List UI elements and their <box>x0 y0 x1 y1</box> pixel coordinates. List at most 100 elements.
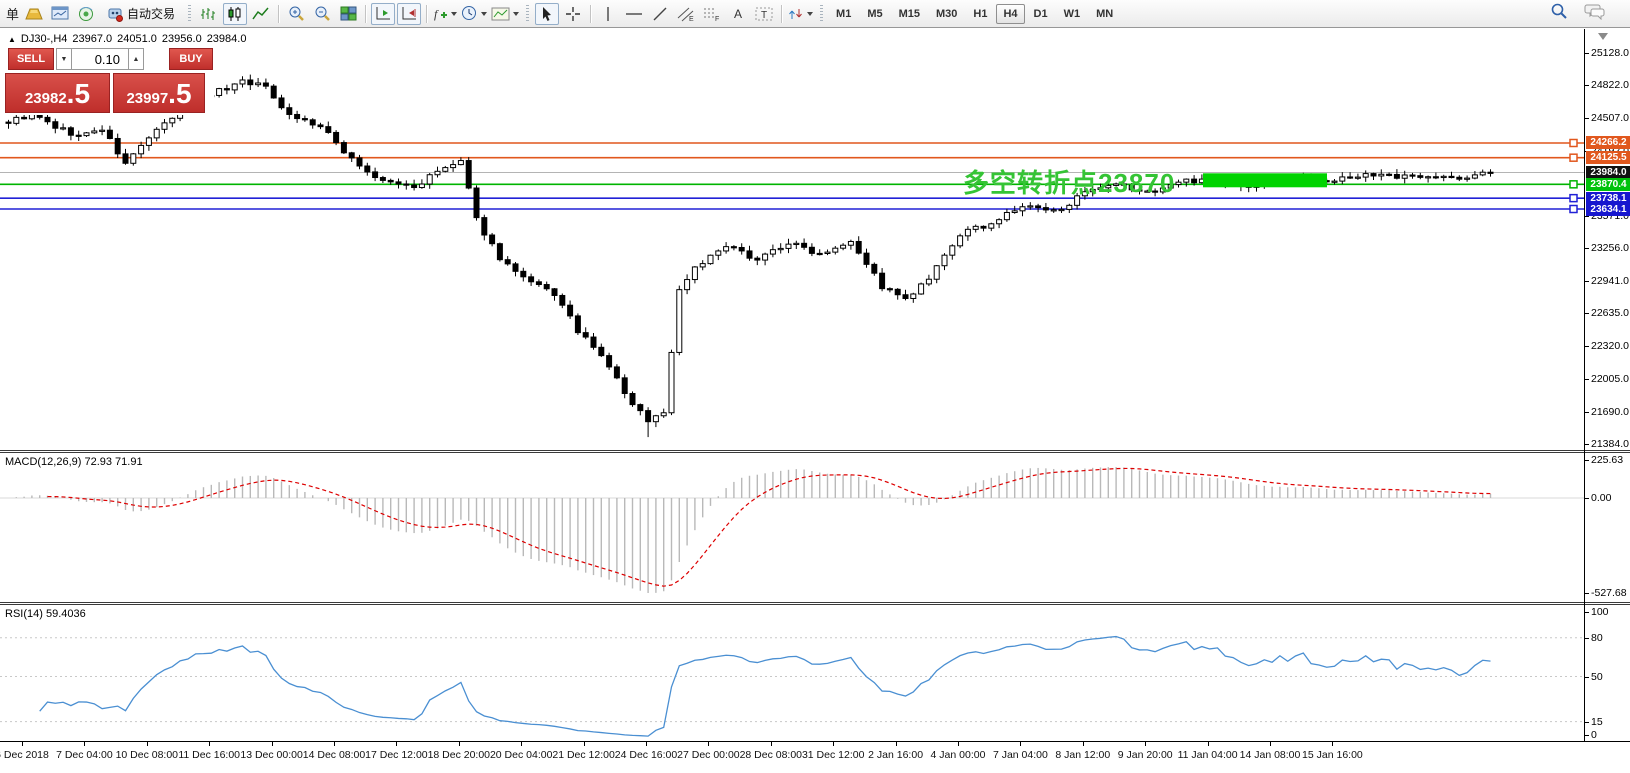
line-handles[interactable] <box>1570 139 1577 212</box>
cursor-icon[interactable] <box>535 3 559 25</box>
pane-separator-main-macd[interactable] <box>0 450 1630 451</box>
rsi-axis-tick-label: 0 <box>1591 729 1597 741</box>
timeframe-w1[interactable]: W1 <box>1057 4 1088 24</box>
price-axis-tick-label: 25128.0 <box>1591 47 1629 59</box>
collapse-icon[interactable]: ▲ <box>8 35 16 44</box>
search-icon[interactable] <box>1550 2 1568 25</box>
bar-open-value: 23967.0 <box>72 33 112 45</box>
price-tag: 24266.2 <box>1586 136 1630 149</box>
timeframe-m1[interactable]: M1 <box>829 4 858 24</box>
chart-window-icon[interactable] <box>48 3 72 25</box>
time-axis-label: 10 Dec 08:00 <box>116 749 178 761</box>
time-axis-label: 11 Dec 16:00 <box>178 749 240 761</box>
time-axis-tick-mark <box>22 742 23 746</box>
rsi-label: RSI(14) 59.4036 <box>5 608 86 620</box>
volume-input[interactable]: 0.10 <box>71 48 129 70</box>
timeframe-m5[interactable]: M5 <box>860 4 889 24</box>
line-chart-icon[interactable] <box>249 3 273 25</box>
timeframe-h4[interactable]: H4 <box>996 4 1024 24</box>
macd-axis-tick-mark <box>1585 498 1589 499</box>
highlight-zone[interactable] <box>1203 173 1327 187</box>
chart-shift-icon[interactable] <box>371 3 395 25</box>
signal-icon[interactable] <box>74 3 98 25</box>
buy-button[interactable]: BUY <box>169 48 213 70</box>
time-axis-tick-mark <box>334 742 335 746</box>
chart-window: 25128.024822.024507.024192.023571.023256… <box>0 29 1630 773</box>
arrow-objects-icon[interactable] <box>787 3 814 25</box>
text-icon[interactable]: A <box>726 3 750 25</box>
sell-price-panel[interactable]: 23982.5 <box>5 73 110 113</box>
crosshair-icon[interactable] <box>561 3 585 25</box>
equidistant-channel-icon[interactable]: E <box>674 3 698 25</box>
gold-ingot-icon[interactable] <box>22 3 46 25</box>
time-axis[interactable]: 6 Dec 20187 Dec 04:0010 Dec 08:0011 Dec … <box>0 741 1630 773</box>
rsi-axis-tick-label: 15 <box>1591 716 1603 728</box>
auto-scroll-icon[interactable] <box>397 3 421 25</box>
time-axis-tick-mark <box>771 742 772 746</box>
candlesticks[interactable] <box>6 75 1493 437</box>
time-axis-label: 31 Dec 12:00 <box>802 749 864 761</box>
timeframe-mn[interactable]: MN <box>1089 4 1120 24</box>
sell-button[interactable]: SELL <box>8 48 54 70</box>
price-tag: 24125.5 <box>1586 151 1630 164</box>
price-axis[interactable]: 25128.024822.024507.024192.023571.023256… <box>1584 29 1630 741</box>
time-axis-tick-mark <box>1332 742 1333 746</box>
bar-close-value: 23984.0 <box>207 33 247 45</box>
time-axis-tick-mark <box>646 742 647 746</box>
periods-clock-icon[interactable] <box>460 3 488 25</box>
timeframe-m15[interactable]: M15 <box>892 4 927 24</box>
toolbar-separator <box>781 5 782 23</box>
price-axis-tick-label: 21690.0 <box>1591 406 1629 418</box>
price-axis-tick-mark <box>1585 281 1589 282</box>
toolbar-separator <box>426 5 427 23</box>
time-axis-tick-mark <box>584 742 585 746</box>
candlestick-icon[interactable] <box>223 3 247 25</box>
price-axis-tick-mark <box>1585 248 1589 249</box>
buy-price-fraction: .5 <box>168 80 191 108</box>
time-axis-label: 11 Jan 04:00 <box>1178 749 1238 761</box>
time-axis-label: 15 Jan 16:00 <box>1302 749 1363 761</box>
dropdown-caret <box>451 12 457 16</box>
horizontal-price-lines[interactable] <box>0 143 1584 209</box>
chart-canvas[interactable] <box>0 29 1584 741</box>
pane-separator-main-macd[interactable] <box>0 452 1630 453</box>
pane-separator-macd-rsi[interactable] <box>0 602 1630 603</box>
time-axis-tick-mark <box>209 742 210 746</box>
rsi-axis-tick-mark <box>1585 677 1589 678</box>
price-axis-tick-mark <box>1585 216 1589 217</box>
toolbar-grip <box>820 5 823 23</box>
bar-chart-icon[interactable] <box>197 3 221 25</box>
vertical-line-icon[interactable] <box>596 3 620 25</box>
svg-text:T: T <box>761 10 767 21</box>
time-axis-tick-mark <box>833 742 834 746</box>
time-axis-tick-mark <box>1083 742 1084 746</box>
chart-scroll-arrow[interactable] <box>1598 33 1608 40</box>
trendline-icon[interactable] <box>648 3 672 25</box>
templates-icon[interactable] <box>490 3 520 25</box>
timeframe-d1[interactable]: D1 <box>1027 4 1055 24</box>
zoom-in-icon[interactable] <box>284 3 308 25</box>
pane-separator-macd-rsi[interactable] <box>0 604 1630 605</box>
time-axis-label: 21 Dec 12:00 <box>552 749 614 761</box>
price-axis-tick-label: 22635.0 <box>1591 307 1629 319</box>
volume-decrease-button[interactable]: ▼ <box>56 48 72 70</box>
time-axis-label: 18 Dec 20:00 <box>428 749 490 761</box>
volume-increase-button[interactable]: ▲ <box>128 48 144 70</box>
new-order-button[interactable]: 单 <box>6 4 19 23</box>
chat-icon[interactable] <box>1584 3 1606 25</box>
text-label-icon[interactable]: T <box>752 3 776 25</box>
rsi-axis-tick-label: 100 <box>1591 606 1609 618</box>
indicators-add-icon[interactable]: f <box>432 3 458 25</box>
timeframe-m30[interactable]: M30 <box>929 4 964 24</box>
chart-text-annotation[interactable]: 多空转折点23870 <box>963 163 1175 200</box>
time-axis-label: 28 Dec 08:00 <box>740 749 802 761</box>
time-axis-tick-mark <box>1145 742 1146 746</box>
autotrading-button[interactable]: 自动交易 <box>100 3 182 25</box>
zoom-out-icon[interactable] <box>310 3 334 25</box>
fibonacci-icon[interactable]: F <box>700 3 724 25</box>
tile-windows-icon[interactable] <box>336 3 360 25</box>
horizontal-line-icon[interactable] <box>622 3 646 25</box>
time-axis-label: 7 Jan 04:00 <box>993 749 1048 761</box>
timeframe-h1[interactable]: H1 <box>966 4 994 24</box>
buy-price-panel[interactable]: 23997.5 <box>113 73 205 113</box>
